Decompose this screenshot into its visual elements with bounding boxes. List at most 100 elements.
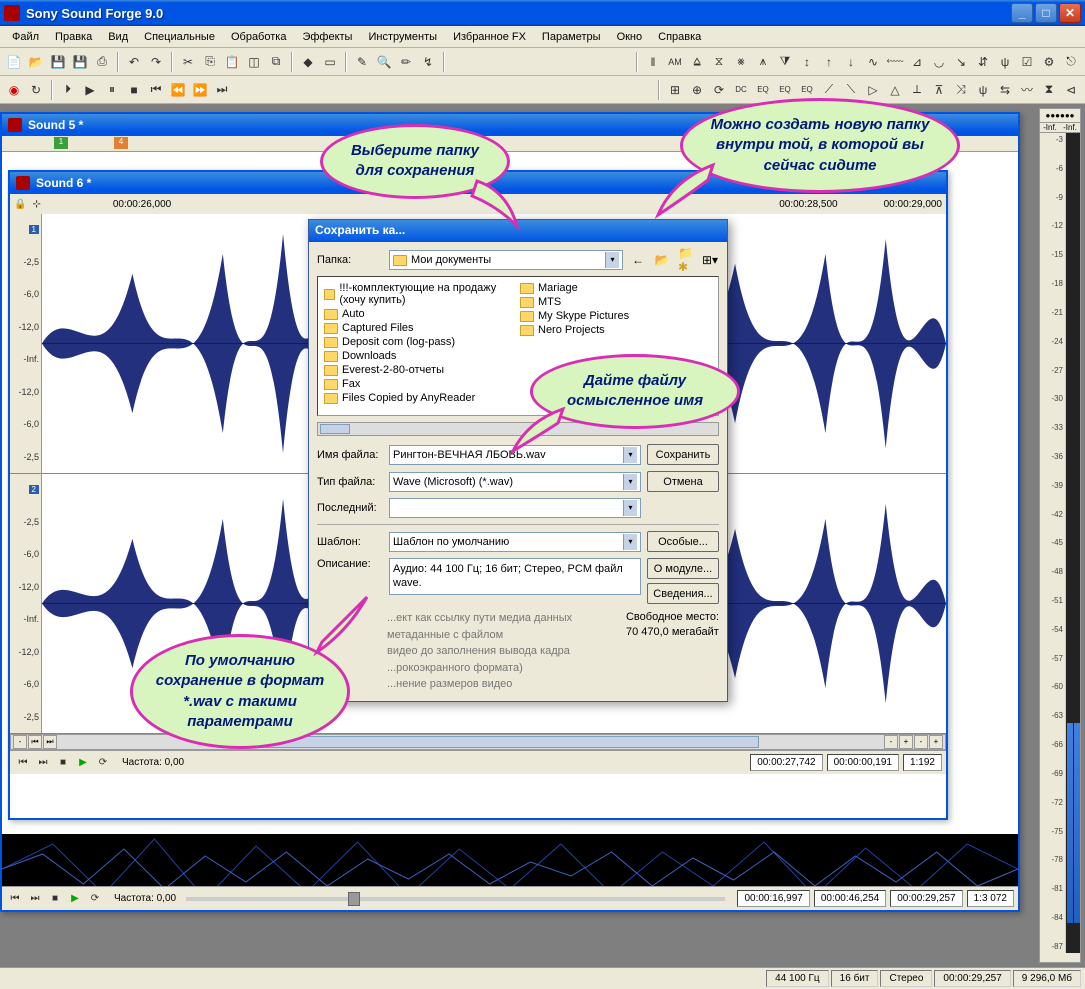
forward-icon[interactable]: ⏩ <box>190 80 210 100</box>
proc-1-icon[interactable]: ⊞ <box>665 80 685 100</box>
fx-flange-icon[interactable]: ↕ <box>797 52 817 72</box>
play-all-icon[interactable]: ⏵ <box>58 80 78 100</box>
folder-item[interactable]: My Skype Pictures <box>518 309 714 323</box>
saveall-icon[interactable]: ⎙ <box>92 52 112 72</box>
zoom-sel-icon[interactable]: ⏭ <box>43 735 57 749</box>
proc-smo-icon[interactable]: 〰 <box>1017 80 1037 100</box>
fx-delay-icon[interactable]: ⧖ <box>709 52 729 72</box>
folder-item[interactable]: Mariage <box>518 281 714 295</box>
fx-reverb-icon[interactable]: ⬳ <box>885 52 905 72</box>
menu-tools[interactable]: Инструменты <box>360 28 445 46</box>
s6-goend-icon[interactable]: ⏭ <box>34 754 52 772</box>
saveas-icon[interactable]: 💾 <box>70 52 90 72</box>
fx-distort-icon[interactable]: ⨳ <box>731 52 751 72</box>
close-button[interactable]: ✕ <box>1059 3 1081 23</box>
maximize-button[interactable]: □ <box>1035 3 1057 23</box>
view-icon[interactable]: ⊞▾ <box>701 251 719 269</box>
fx-pitch-icon[interactable]: ∿ <box>863 52 883 72</box>
marker-icon[interactable]: ◆ <box>298 52 318 72</box>
minimize-button[interactable]: _ <box>1011 3 1033 23</box>
menu-window[interactable]: Окно <box>609 28 651 46</box>
filetype-chevron-icon[interactable]: ▾ <box>623 474 637 490</box>
cancel-button[interactable]: Отмена <box>647 471 719 492</box>
up-icon[interactable]: 📂 <box>653 251 671 269</box>
menu-edit[interactable]: Правка <box>47 28 100 46</box>
proc-3-icon[interactable]: ⟳ <box>709 80 729 100</box>
region-icon[interactable]: ▭ <box>320 52 340 72</box>
zoom-3-icon[interactable]: - <box>914 735 928 749</box>
recent-dropdown[interactable]: ▾ <box>389 498 641 518</box>
proc-fade-icon[interactable]: ⟋ <box>819 80 839 100</box>
marker-2[interactable]: 4 <box>114 137 128 149</box>
lock-icon[interactable]: 🔒 <box>14 199 26 210</box>
s6-scrub-icon[interactable]: ⟳ <box>94 754 112 772</box>
fx-wave-icon[interactable]: ψ <box>995 52 1015 72</box>
proc-eq2-icon[interactable]: EQ <box>775 80 795 100</box>
zoom-out-v-icon[interactable]: - <box>13 735 27 749</box>
tool-magnify-icon[interactable]: 🔍 <box>374 52 394 72</box>
fx-vib-icon[interactable]: ↘ <box>951 52 971 72</box>
fx-simple-icon[interactable]: ⊿ <box>907 52 927 72</box>
proc-rev-icon[interactable]: ⇆ <box>995 80 1015 100</box>
fx-dyn-icon[interactable]: ⩚ <box>753 52 773 72</box>
fx-noise-icon[interactable]: ↓ <box>841 52 861 72</box>
fx-1-icon[interactable]: ‖ <box>643 52 663 72</box>
fx-chorus-icon[interactable]: ⩠ <box>687 52 707 72</box>
s6-hscroll[interactable]: -⏮⏭ -+-+ <box>10 734 946 750</box>
menu-effects[interactable]: Эффекты <box>294 28 360 46</box>
folder-item[interactable]: Captured Files <box>322 321 518 335</box>
new-folder-icon[interactable]: 📁✱ <box>677 251 695 269</box>
proc-norm-icon[interactable]: ⊼ <box>929 80 949 100</box>
proc-mute-icon[interactable]: ⟂ <box>907 80 927 100</box>
save-icon[interactable]: 💾 <box>48 52 68 72</box>
rewind-icon[interactable]: ⏪ <box>168 80 188 100</box>
zoom-1-icon[interactable]: - <box>884 735 898 749</box>
proc-vol-icon[interactable]: ⊲ <box>1061 80 1081 100</box>
fx-last-icon[interactable]: ⎋ <box>1061 52 1081 72</box>
fx-env-icon[interactable]: ⧩ <box>775 52 795 72</box>
open-icon[interactable]: 📂 <box>26 52 46 72</box>
menu-favorites[interactable]: Избранное FX <box>445 28 534 46</box>
tool-edit-icon[interactable]: ✎ <box>352 52 372 72</box>
s5-gostart-icon[interactable]: ⏮ <box>6 890 24 908</box>
s5-stop-icon[interactable]: ■ <box>46 890 64 908</box>
filetype-dropdown[interactable]: Wave (Microsoft) (*.wav)▾ <box>389 472 641 492</box>
proc-ins-icon[interactable]: ▷ <box>863 80 883 100</box>
filename-chevron-icon[interactable]: ▾ <box>623 447 637 463</box>
marker-1[interactable]: 1 <box>54 137 68 149</box>
proc-res-icon[interactable]: ψ <box>973 80 993 100</box>
mix-icon[interactable]: ◫ <box>244 52 264 72</box>
s6-gostart-icon[interactable]: ⏮ <box>14 754 32 772</box>
fx-smooth-icon[interactable]: ◡ <box>929 52 949 72</box>
chevron-down-icon[interactable]: ▾ <box>605 252 619 268</box>
proc-eq3-icon[interactable]: EQ <box>797 80 817 100</box>
template-chevron-icon[interactable]: ▾ <box>623 534 637 550</box>
folder-dropdown[interactable]: Мои документы ▾ <box>389 250 623 270</box>
copy-icon[interactable]: ⎘ <box>200 52 220 72</box>
menu-file[interactable]: Файл <box>4 28 47 46</box>
proc-fo-icon[interactable]: ⟍ <box>841 80 861 100</box>
undo-icon[interactable]: ↶ <box>124 52 144 72</box>
menu-view[interactable]: Вид <box>100 28 136 46</box>
about-button[interactable]: О модуле... <box>647 558 719 579</box>
s6-stop-icon[interactable]: ■ <box>54 754 72 772</box>
folder-item[interactable]: MTS <box>518 295 714 309</box>
paste-icon[interactable]: 📋 <box>222 52 242 72</box>
tool-pencil-icon[interactable]: ✏ <box>396 52 416 72</box>
new-icon[interactable]: 📄 <box>4 52 24 72</box>
proc-eq1-icon[interactable]: EQ <box>753 80 773 100</box>
trim-icon[interactable]: ⧉ <box>266 52 286 72</box>
folder-item[interactable]: Nero Projects <box>518 323 714 337</box>
menu-help[interactable]: Справка <box>650 28 709 46</box>
pause-icon[interactable]: ⏸ <box>102 80 122 100</box>
s6-play-icon[interactable]: ▶ <box>74 754 92 772</box>
snap-icon[interactable]: ⊹ <box>32 199 40 210</box>
proc-inv-icon[interactable]: △ <box>885 80 905 100</box>
recent-chevron-icon[interactable]: ▾ <box>623 500 637 516</box>
save-button[interactable]: Сохранить <box>647 444 719 465</box>
proc-time-icon[interactable]: ⧗ <box>1039 80 1059 100</box>
back-icon[interactable]: ← <box>629 251 647 269</box>
cut-icon[interactable]: ✂ <box>178 52 198 72</box>
folder-item[interactable]: Files Copied by AnyReader <box>322 391 518 405</box>
proc-dc-icon[interactable]: DC <box>731 80 751 100</box>
